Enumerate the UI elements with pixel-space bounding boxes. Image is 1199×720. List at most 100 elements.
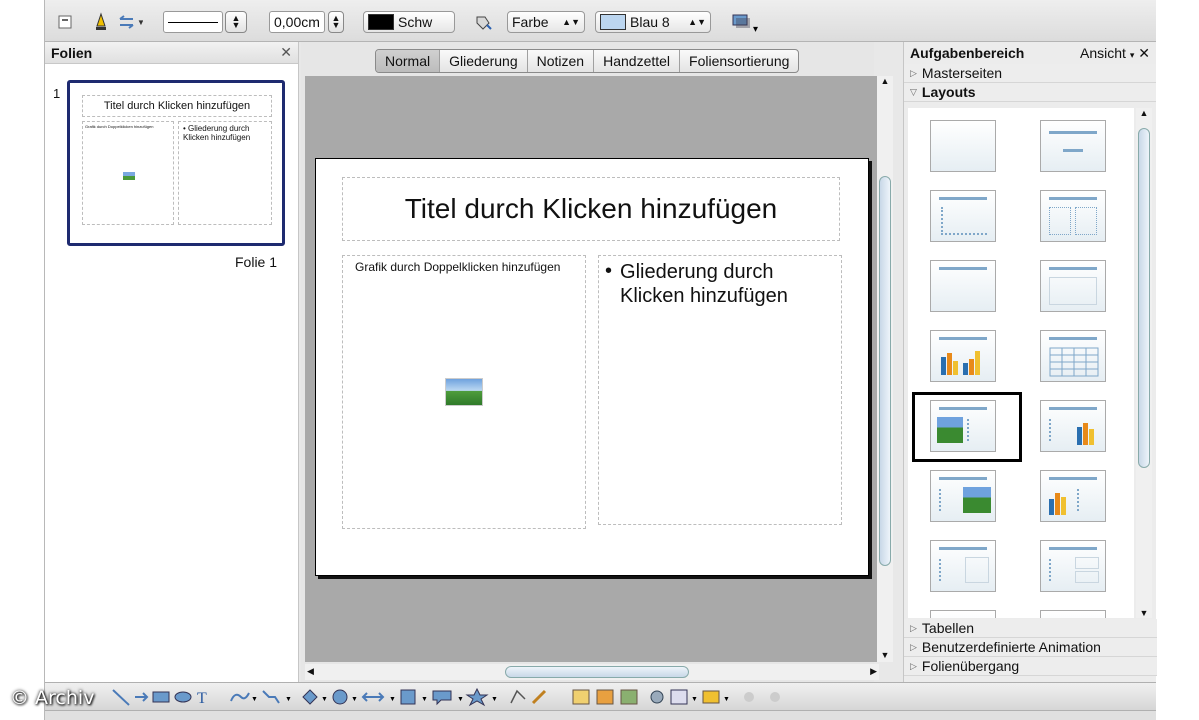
- layout-title-image-text[interactable]: [930, 400, 996, 452]
- slide-canvas[interactable]: Titel durch Klicken hinzufügen Grafik du…: [305, 76, 879, 662]
- tab-notizen[interactable]: Notizen: [528, 50, 595, 72]
- drawing-toolbar: T ▼ ▼ ▼ ▼ ▼ ▼ ▼ ▼ ▼ ▼: [45, 682, 1156, 710]
- tab-foliensortierung[interactable]: Foliensortierung: [680, 50, 798, 72]
- hscroll-thumb[interactable]: [505, 666, 689, 678]
- horizontal-scrollbar[interactable]: ◀ ▶: [305, 664, 879, 680]
- line-icon[interactable]: [93, 10, 109, 34]
- section-layouts[interactable]: ▽ Layouts: [904, 83, 1156, 102]
- window-margin-left: [0, 0, 44, 720]
- graphic-placeholder-text: Grafik durch Doppelklicken hinzufügen: [355, 260, 561, 274]
- scroll-thumb[interactable]: [1138, 128, 1150, 468]
- area-color-value: Blau 8: [630, 14, 670, 30]
- layout-title-text-chart[interactable]: [1040, 400, 1106, 452]
- layout-title-table[interactable]: [1040, 330, 1106, 382]
- scroll-thumb[interactable]: [879, 176, 891, 566]
- layout-title-2-content[interactable]: [1040, 190, 1106, 242]
- slide-label: Folie 1: [235, 254, 278, 270]
- layout-partial-1[interactable]: [930, 610, 996, 618]
- scroll-up-icon[interactable]: ▲: [877, 76, 893, 86]
- bullet: •: [605, 260, 613, 282]
- area-icon[interactable]: [473, 10, 493, 34]
- scroll-up-icon[interactable]: ▲: [1136, 108, 1152, 118]
- draw-tools[interactable]: T ▼ ▼ ▼ ▼ ▼ ▼ ▼ ▼ ▼ ▼: [112, 687, 780, 707]
- slides-pane-header: Folien ✕: [45, 42, 298, 64]
- scroll-down-icon[interactable]: ▼: [1136, 608, 1152, 618]
- section-label: Layouts: [921, 84, 976, 100]
- blue-swatch: [600, 14, 626, 30]
- line-width-value[interactable]: 0,00cm: [269, 11, 325, 33]
- chart-icon: [1077, 423, 1094, 445]
- section-folienuebergang[interactable]: ▷ Folienübergang: [904, 657, 1157, 676]
- outline-placeholder[interactable]: • Gliederung durch Klicken hinzufügen: [598, 255, 842, 525]
- section-tabellen[interactable]: ▷ Tabellen: [904, 619, 1157, 638]
- slide[interactable]: Titel durch Klicken hinzufügen Grafik du…: [315, 158, 869, 576]
- slide-number: 1: [53, 86, 61, 101]
- layout-centered-text[interactable]: [1040, 260, 1106, 312]
- layout-title-text-image[interactable]: [930, 470, 996, 522]
- line-style-select[interactable]: ▲ ▼: [163, 10, 247, 34]
- text-list-icon: [1049, 419, 1069, 441]
- tab-handzettel[interactable]: Handzettel: [594, 50, 681, 72]
- svg-text:▼: ▼: [457, 696, 464, 703]
- line-color-select[interactable]: Schw: [363, 10, 455, 34]
- layout-title-chart[interactable]: [930, 330, 996, 382]
- tab-normal[interactable]: Normal: [376, 50, 441, 72]
- styles-icon[interactable]: [57, 10, 75, 34]
- area-style-select[interactable]: Farbe ▲▼: [507, 10, 585, 34]
- text-list-icon: [967, 419, 989, 441]
- chart-icon: [1049, 493, 1066, 515]
- svg-text:▼: ▼: [691, 696, 698, 703]
- scroll-left-icon[interactable]: ◀: [307, 666, 314, 677]
- area-style-value: Farbe: [512, 14, 549, 30]
- svg-text:▼: ▼: [285, 696, 292, 703]
- svg-text:▾: ▾: [753, 24, 758, 34]
- svg-text:T: T: [197, 690, 207, 707]
- scroll-down-icon[interactable]: ▼: [877, 650, 893, 660]
- layouts-list: [908, 108, 1134, 618]
- section-animation[interactable]: ▷ Benutzerdefinierte Animation: [904, 638, 1157, 657]
- area-color-select[interactable]: Blau 8 ▲▼: [595, 10, 711, 34]
- scroll-right-icon[interactable]: ▶: [870, 666, 877, 677]
- layout-title-only[interactable]: [930, 260, 996, 312]
- image-icon: [937, 417, 963, 443]
- shadow-icon[interactable]: ▾: [731, 10, 761, 34]
- svg-text:▼: ▼: [389, 696, 396, 703]
- close-icon[interactable]: ✕: [1138, 45, 1150, 61]
- slides-pane-title: Folien: [51, 44, 93, 61]
- table-icon: [1049, 347, 1099, 377]
- layout-partial-2[interactable]: [1040, 610, 1106, 618]
- layouts-scrollbar[interactable]: ▲ ▼: [1136, 108, 1152, 618]
- section-label: Masterseiten: [921, 65, 1003, 81]
- tab-gliederung[interactable]: Gliederung: [440, 50, 528, 72]
- image-icon: [963, 487, 991, 513]
- layout-title-text-2-objects[interactable]: [1040, 540, 1106, 592]
- thumb-right-text: • Gliederung durch Klicken hinzufügen: [178, 121, 272, 225]
- arrow-style-icon[interactable]: ▼: [117, 10, 143, 34]
- layout-title-text-object[interactable]: [930, 540, 996, 592]
- line-width-field[interactable]: 0,00cm ▲ ▼: [269, 10, 344, 34]
- layout-title-content[interactable]: [930, 190, 996, 242]
- section-label: Folienübergang: [921, 658, 1020, 674]
- title-placeholder[interactable]: Titel durch Klicken hinzufügen: [342, 177, 840, 241]
- vertical-scrollbar[interactable]: ▲ ▼: [877, 76, 893, 662]
- thumb-left-placeholder: Grafik durch Doppelklicken hinzufügen: [82, 121, 174, 225]
- layout-title-only-centered[interactable]: [1040, 120, 1106, 172]
- chevron-down-icon: ▾: [1129, 49, 1135, 60]
- svg-text:▼: ▼: [723, 696, 730, 703]
- expand-icon: ▷: [910, 641, 917, 652]
- layout-blank[interactable]: [930, 120, 996, 172]
- close-icon[interactable]: ✕: [280, 44, 292, 61]
- image-icon[interactable]: [445, 378, 483, 406]
- layout-title-chart-text[interactable]: [1040, 470, 1106, 522]
- slides-pane: Folien ✕ 1 Titel durch Klicken hinzufüge…: [45, 42, 299, 682]
- task-pane-header: Aufgabenbereich Ansicht ▾ ✕: [904, 42, 1156, 64]
- edit-area: Normal Gliederung Notizen Handzettel Fol…: [301, 42, 893, 682]
- text-list-icon: [1077, 489, 1099, 511]
- svg-text:▼: ▼: [321, 696, 328, 703]
- section-masterseiten[interactable]: ▷ Masterseiten: [904, 64, 1156, 83]
- view-menu[interactable]: Ansicht ▾ ✕: [1080, 45, 1150, 62]
- view-tabs: Normal Gliederung Notizen Handzettel Fol…: [375, 49, 800, 73]
- image-icon: [123, 172, 135, 180]
- slide-thumbnail[interactable]: Titel durch Klicken hinzufügen Grafik du…: [67, 80, 285, 246]
- graphic-placeholder[interactable]: Grafik durch Doppelklicken hinzufügen: [342, 255, 586, 529]
